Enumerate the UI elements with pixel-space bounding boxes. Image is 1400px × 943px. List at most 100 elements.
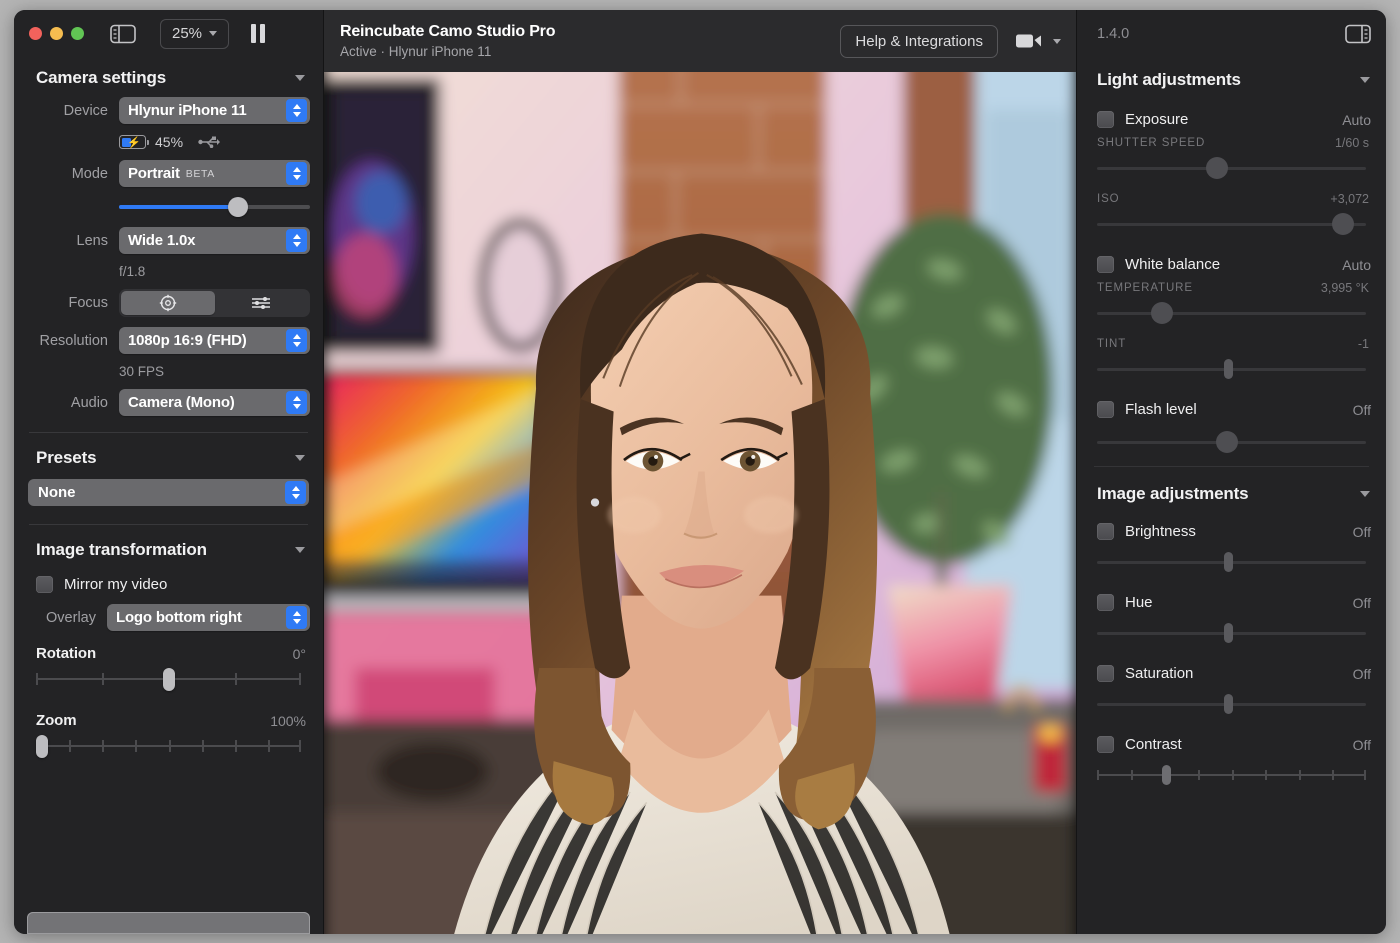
maximize-window-button[interactable] bbox=[71, 27, 84, 40]
battery-percent: 45% bbox=[155, 134, 184, 150]
contrast-slider[interactable] bbox=[1097, 763, 1366, 787]
focus-manual-button[interactable] bbox=[215, 291, 309, 315]
mode-row: Mode Portrait BETA bbox=[27, 160, 310, 187]
flash-level-slider[interactable] bbox=[1097, 430, 1366, 454]
white-balance-label: White balance bbox=[1125, 256, 1221, 273]
lens-row: Lens Wide 1.0x bbox=[27, 227, 310, 254]
brightness-slider[interactable] bbox=[1097, 550, 1366, 574]
shutter-speed-value: 1/60 s bbox=[1334, 136, 1369, 150]
mirror-video-checkbox[interactable] bbox=[36, 576, 53, 593]
resolution-row: Resolution 1080p 16:9 (FHD) bbox=[27, 327, 310, 354]
mode-select[interactable]: Portrait BETA bbox=[119, 160, 310, 187]
header-titles: Reincubate Camo Studio Pro Active · Hlyn… bbox=[340, 22, 840, 60]
resolution-select[interactable]: 1080p 16:9 (FHD) bbox=[119, 327, 310, 354]
saturation-value: Off bbox=[1352, 665, 1371, 682]
audio-row: Audio Camera (Mono) bbox=[27, 389, 310, 416]
device-value: Hlynur iPhone 11 bbox=[128, 102, 247, 119]
minimize-window-button[interactable] bbox=[50, 27, 63, 40]
camera-settings-collapse-icon[interactable] bbox=[295, 75, 305, 81]
image-transformation-collapse-icon[interactable] bbox=[295, 547, 305, 553]
focus-target-icon bbox=[159, 294, 176, 312]
presets-collapse-icon[interactable] bbox=[295, 455, 305, 461]
iso-caption-row: ISO +3,072 bbox=[1088, 186, 1375, 208]
focus-auto-button[interactable] bbox=[121, 291, 215, 315]
close-window-button[interactable] bbox=[29, 27, 42, 40]
hue-slider-knob[interactable] bbox=[1224, 623, 1234, 643]
overlay-row: Overlay Logo bottom right bbox=[27, 604, 310, 631]
flash-level-label: Flash level bbox=[1125, 401, 1197, 418]
brightness-checkbox[interactable] bbox=[1097, 523, 1114, 540]
temperature-label: TEMPERATURE bbox=[1097, 282, 1193, 294]
temperature-slider[interactable] bbox=[1097, 301, 1366, 325]
saturation-slider-knob[interactable] bbox=[1224, 694, 1234, 714]
iso-slider[interactable] bbox=[1097, 212, 1366, 236]
overlay-select[interactable]: Logo bottom right bbox=[107, 604, 310, 631]
tint-slider-knob[interactable] bbox=[1224, 359, 1234, 379]
contrast-checkbox[interactable] bbox=[1097, 736, 1114, 753]
camera-output-dropdown[interactable] bbox=[1016, 32, 1061, 50]
traffic-lights bbox=[29, 27, 84, 40]
flash-level-slider-knob[interactable] bbox=[1215, 431, 1238, 453]
partially-visible-button[interactable] bbox=[27, 912, 310, 934]
lens-select[interactable]: Wide 1.0x bbox=[119, 227, 310, 254]
rotation-slider-knob[interactable] bbox=[162, 668, 175, 691]
right-titlebar: 1.4.0 bbox=[1077, 10, 1386, 57]
light-adjustments-collapse-icon[interactable] bbox=[1360, 77, 1370, 83]
divider bbox=[29, 524, 308, 525]
help-and-integrations-button[interactable]: Help & Integrations bbox=[840, 24, 998, 58]
device-select[interactable]: Hlynur iPhone 11 bbox=[119, 97, 310, 124]
hue-value: Off bbox=[1352, 594, 1371, 611]
rotation-row: Rotation 0° bbox=[27, 641, 310, 664]
focus-label: Focus bbox=[68, 295, 109, 311]
rotation-slider[interactable] bbox=[36, 666, 301, 692]
chevron-down-icon bbox=[1053, 38, 1061, 44]
device-row: Device Hlynur iPhone 11 bbox=[27, 97, 310, 124]
left-titlebar: 25% bbox=[14, 10, 323, 57]
right-sidebar-toggle-icon[interactable] bbox=[1345, 24, 1371, 44]
temperature-slider-knob[interactable] bbox=[1151, 302, 1174, 324]
zoom-slider[interactable] bbox=[36, 733, 301, 759]
camera-settings-title: Camera settings bbox=[36, 68, 167, 87]
video-preview[interactable] bbox=[324, 72, 1076, 934]
hue-slider[interactable] bbox=[1097, 621, 1366, 645]
zoom-slider-knob[interactable] bbox=[36, 735, 48, 758]
portrait-strength-slider[interactable] bbox=[119, 197, 310, 217]
presets-select[interactable]: None bbox=[28, 479, 309, 506]
stepper-icon bbox=[286, 606, 307, 629]
mirror-video-row[interactable]: Mirror my video bbox=[27, 569, 310, 600]
saturation-row: Saturation Off bbox=[1088, 651, 1375, 684]
preview-zoom-dropdown[interactable]: 25% bbox=[160, 18, 230, 49]
pause-button[interactable] bbox=[251, 24, 266, 43]
iso-label: ISO bbox=[1097, 193, 1120, 205]
aperture-row: f/1.8 bbox=[27, 264, 310, 279]
white-balance-value: Auto bbox=[1342, 256, 1371, 273]
white-balance-row: White balance Auto bbox=[1088, 242, 1375, 275]
tint-slider[interactable] bbox=[1097, 357, 1366, 381]
hue-checkbox[interactable] bbox=[1097, 594, 1114, 611]
left-sidebar-toggle-icon[interactable] bbox=[110, 24, 136, 44]
saturation-slider[interactable] bbox=[1097, 692, 1366, 716]
shutter-speed-caption-row: SHUTTER SPEED 1/60 s bbox=[1088, 130, 1375, 152]
image-transformation-title: Image transformation bbox=[36, 540, 207, 559]
white-balance-checkbox[interactable] bbox=[1097, 256, 1114, 273]
saturation-checkbox[interactable] bbox=[1097, 665, 1114, 682]
exposure-checkbox[interactable] bbox=[1097, 111, 1114, 128]
image-adjustments-collapse-icon[interactable] bbox=[1360, 491, 1370, 497]
tint-value: -1 bbox=[1357, 337, 1369, 351]
audio-select[interactable]: Camera (Mono) bbox=[119, 389, 310, 416]
saturation-label: Saturation bbox=[1125, 665, 1194, 682]
resolution-label: Resolution bbox=[39, 332, 108, 349]
audio-label: Audio bbox=[70, 394, 108, 411]
stepper-icon bbox=[286, 229, 307, 252]
presets-header: Presets bbox=[27, 437, 310, 477]
shutter-speed-slider-knob[interactable] bbox=[1205, 157, 1228, 179]
temperature-value: 3,995 °K bbox=[1320, 281, 1369, 295]
iso-slider-knob[interactable] bbox=[1331, 213, 1354, 235]
lens-label: Lens bbox=[76, 232, 108, 249]
flash-level-value: Off bbox=[1352, 401, 1371, 418]
contrast-slider-knob[interactable] bbox=[1162, 765, 1171, 785]
image-transformation-header: Image transformation bbox=[27, 529, 310, 569]
shutter-speed-slider[interactable] bbox=[1097, 156, 1366, 180]
flash-level-checkbox[interactable] bbox=[1097, 401, 1114, 418]
brightness-slider-knob[interactable] bbox=[1224, 552, 1234, 572]
